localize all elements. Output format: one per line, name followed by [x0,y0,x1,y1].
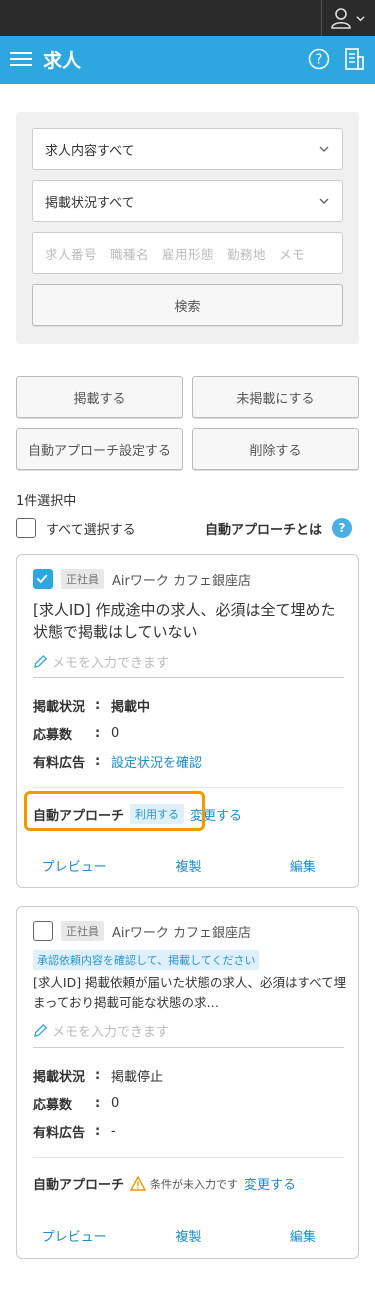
paid-ads-label: 有料広告 [33,756,86,771]
duplicate-link[interactable]: 複製 [131,856,245,875]
colon: : [95,1124,101,1139]
auto-approach-label: 自動アプローチ [33,1178,125,1193]
colon: : [95,754,101,769]
help-icon[interactable]: ? [308,48,330,70]
publish-status-value: 掲載停止 [111,1070,164,1085]
preview-link[interactable]: プレビュー [17,1226,131,1245]
auto-approach-warning: 条件が未入力です [130,1176,238,1192]
publish-button[interactable]: 掲載する [16,376,183,418]
applicants-row: 応募数 : 0 [33,1094,119,1113]
check-ad-settings-link[interactable]: 設定状況を確認 [111,752,202,771]
store-name: Airワーク カフェ銀座店 [112,573,251,589]
publish-status-label: 掲載状況 [33,1070,86,1085]
applicants-value: 0 [111,726,120,741]
duplicate-link[interactable]: 複製 [131,1226,245,1245]
job-select-checkbox[interactable] [33,569,53,589]
job-card: 正社員 Airワーク カフェ銀座店 [求人ID] 作成途中の求人、必須は全て埋め… [16,554,359,888]
top-bar [0,0,375,36]
auto-approach-warning-text: 条件が未入力です [150,1177,239,1191]
auto-approach-about-link[interactable]: 自動アプローチとは ? [205,518,353,538]
publish-status-value: 掲載中 [111,700,151,715]
store-name: Airワーク カフェ銀座店 [112,925,251,941]
edit-link[interactable]: 編集 [246,1226,360,1245]
office-building-icon[interactable] [343,47,365,71]
page-title: 求人 [43,50,82,72]
paid-ads-row: 有料広告 : - [33,1122,116,1141]
employment-type-tag: 正社員 [61,569,104,589]
user-icon [331,8,351,29]
keyword-search-input[interactable]: 求人番号 職種名 雇用形態 勤務地 メモ [32,232,343,274]
colon: : [95,698,101,713]
select-all-label: すべて選択する [46,522,136,538]
applicants-row: 応募数 : 0 [33,724,119,743]
job-card-header: 正社員 Airワーク カフェ銀座店 [33,569,251,589]
edit-link[interactable]: 編集 [246,856,360,875]
paid-ads-row: 有料広告 : 設定状況を確認 [33,752,202,771]
content-select-value: 求人内容すべて [45,143,135,159]
checkmark-icon [36,574,48,584]
divider [33,1047,344,1048]
publish-status-row: 掲載状況 : 掲載停止 [33,1066,163,1085]
status-select-value: 掲載状況すべて [45,195,135,211]
chevron-down-icon [319,146,329,152]
memo-input[interactable]: メモを入力できます [33,652,169,671]
memo-placeholder: メモを入力できます [52,656,170,671]
hamburger-menu-icon[interactable] [10,49,32,71]
pencil-icon [33,1023,48,1038]
auto-approach-row: 自動アプローチ 条件が未入力です 変更する [33,1174,296,1193]
job-card-actions: プレビュー 複製 編集 [17,856,360,875]
select-all-control[interactable]: すべて選択する [16,518,136,538]
warning-icon [130,1176,147,1191]
auto-approach-change-link[interactable]: 変更する [244,1174,296,1193]
app-header: 求人 ? [0,36,375,84]
delete-button[interactable]: 削除する [192,428,359,470]
divider [33,1157,344,1158]
search-button[interactable]: 検索 [32,284,343,326]
selection-count: 1件選択中 [16,494,77,509]
publish-status-row: 掲載状況 : 掲載中 [33,696,150,715]
memo-input[interactable]: メモを入力できます [33,1021,169,1040]
auto-approach-settings-button[interactable]: 自動アプローチ設定する [16,428,183,470]
job-card-actions: プレビュー 複製 編集 [17,1226,360,1245]
question-icon[interactable]: ? [332,518,353,538]
job-title[interactable]: [求人ID] 作成途中の求人、必須は全て埋めた状態で掲載はしていない [33,599,347,643]
job-card: 正社員 Airワーク カフェ銀座店 承認依頼内容を確認して、掲載してください [… [16,906,359,1259]
auto-approach-about-label: 自動アプローチとは [205,522,323,538]
content-select[interactable]: 求人内容すべて [32,128,343,170]
applicants-label: 応募数 [33,728,73,743]
colon: : [95,1096,101,1111]
applicants-value: 0 [111,1096,120,1111]
unpublish-button[interactable]: 未掲載にする [192,376,359,418]
filter-panel: 求人内容すべて 掲載状況すべて 求人番号 職種名 雇用形態 勤務地 メモ 検索 [16,112,359,344]
top-bar-divider [321,0,322,36]
publish-status-label: 掲載状況 [33,700,86,715]
divider [33,787,344,788]
colon: : [95,1068,101,1083]
paid-ads-value: - [111,1124,116,1139]
focus-highlight [24,791,205,831]
employment-type-tag: 正社員 [61,921,104,941]
svg-text:?: ? [316,53,323,68]
select-all-checkbox[interactable] [16,518,36,538]
chevron-down-icon [319,198,329,204]
approval-request-notice: 承認依頼内容を確認して、掲載してください [33,950,260,970]
applicants-label: 応募数 [33,1098,73,1113]
colon: : [95,726,101,741]
job-select-checkbox[interactable] [33,921,53,941]
status-select[interactable]: 掲載状況すべて [32,180,343,222]
job-card-header: 正社員 Airワーク カフェ銀座店 [33,921,251,941]
pencil-icon [33,654,48,669]
job-title[interactable]: [求人ID] 掲載依頼が届いた状態の求人、必須はすべて埋まっており掲載可能な状態… [33,973,347,1013]
keyword-search-placeholder: 求人番号 職種名 雇用形態 勤務地 メモ [45,246,306,262]
memo-placeholder: メモを入力できます [52,1025,170,1040]
account-menu-button[interactable] [330,6,370,30]
paid-ads-label: 有料広告 [33,1126,86,1141]
chevron-down-icon [356,15,365,21]
preview-link[interactable]: プレビュー [17,856,131,875]
divider [33,677,344,678]
